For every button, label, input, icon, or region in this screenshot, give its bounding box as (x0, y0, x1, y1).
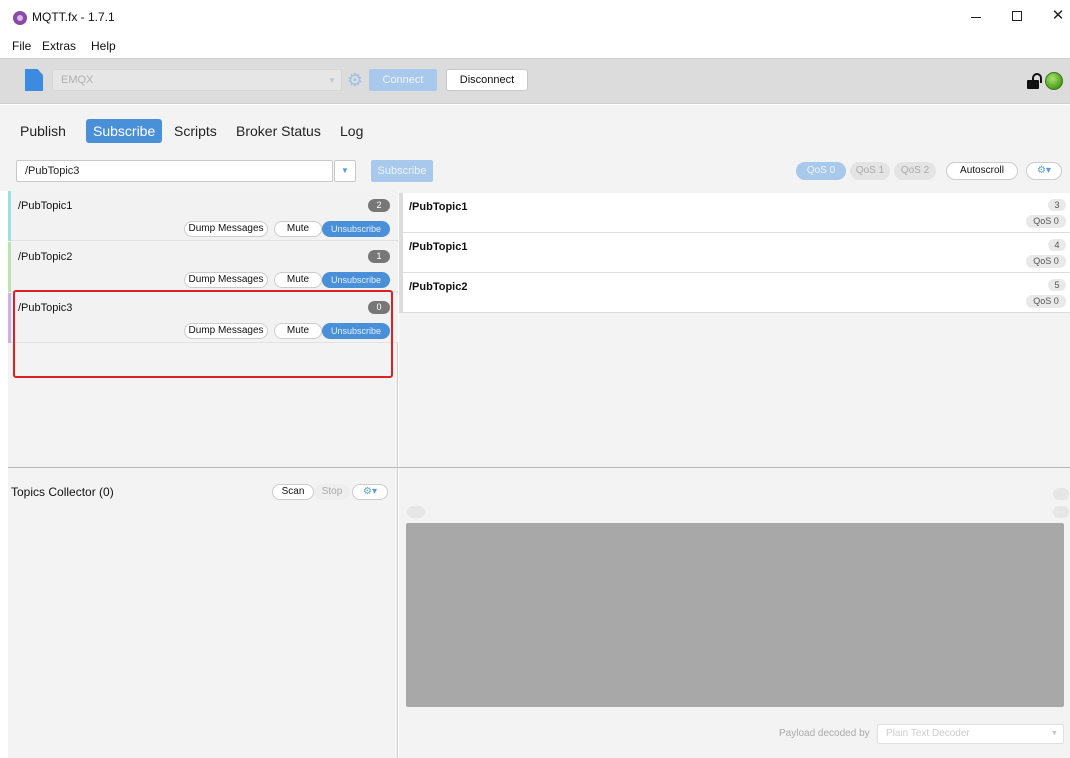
unlock-icon (1027, 73, 1042, 89)
message-row[interactable]: /PubTopic1 3 QoS 0 (399, 193, 1070, 233)
menu-help[interactable]: Help (91, 39, 116, 53)
message-index: 4 (1048, 239, 1066, 251)
message-topic: /PubTopic2 (409, 281, 468, 293)
unsubscribe-button[interactable]: Unsubscribe (322, 221, 390, 237)
main-tabs: Publish Subscribe Scripts Broker Status … (0, 105, 1070, 151)
detail-qos-placeholder (1053, 506, 1069, 518)
subscription-color-bar (8, 293, 11, 343)
subscribe-button[interactable]: Subscribe (371, 160, 433, 182)
message-index: 3 (1048, 199, 1066, 211)
tab-publish[interactable]: Publish (20, 119, 66, 143)
message-topic: /PubTopic1 (409, 241, 468, 253)
message-count-badge: 1 (368, 250, 390, 263)
message-qos: QoS 0 (1026, 255, 1066, 268)
payload-decoded-label: Payload decoded by (779, 728, 870, 739)
options-menu-button[interactable]: ⚙▾ (1026, 162, 1062, 180)
message-index: 5 (1048, 279, 1066, 291)
connect-button[interactable]: Connect (369, 69, 437, 91)
dump-messages-button[interactable]: Dump Messages (184, 272, 268, 288)
qos0-button[interactable]: QoS 0 (796, 162, 846, 180)
qos2-button[interactable]: QoS 2 (894, 162, 936, 180)
subscription-row[interactable]: /PubTopic2 1 Dump Messages Mute Unsubscr… (8, 242, 398, 292)
menu-extras[interactable]: Extras (42, 39, 76, 53)
tab-scripts[interactable]: Scripts (174, 119, 217, 143)
scan-button[interactable]: Scan (272, 484, 314, 500)
chevron-down-icon: ▼ (1051, 730, 1058, 737)
new-profile-icon[interactable] (25, 69, 43, 91)
payload-area[interactable] (406, 523, 1064, 707)
highlight-box (13, 290, 393, 378)
tab-log[interactable]: Log (340, 119, 363, 143)
detail-topic-placeholder (407, 506, 425, 518)
detail-index-placeholder (1053, 488, 1069, 500)
menu-bar: File Extras Help (0, 34, 1070, 58)
autoscroll-button[interactable]: Autoscroll (946, 162, 1018, 180)
gear-icon[interactable]: ⚙ (344, 69, 366, 91)
maximize-icon (1012, 11, 1022, 21)
topics-collector-panel: Topics Collector (0) Scan Stop ⚙▾ (8, 468, 398, 758)
subscription-color-bar (8, 191, 11, 241)
tab-subscribe[interactable]: Subscribe (86, 119, 163, 143)
close-button[interactable]: ✕ (1048, 6, 1068, 26)
unsubscribe-button[interactable]: Unsubscribe (322, 272, 390, 288)
collector-options-button[interactable]: ⚙▾ (352, 484, 388, 500)
topics-collector-title: Topics Collector (0) (11, 485, 114, 499)
connection-status-icon (1045, 72, 1063, 90)
message-count-badge: 2 (368, 199, 390, 212)
stop-button[interactable]: Stop (314, 484, 350, 500)
dump-messages-button[interactable]: Dump Messages (184, 221, 268, 237)
subscription-topic: /PubTopic1 (18, 200, 73, 212)
chevron-down-icon: ▼ (328, 76, 336, 85)
minimize-icon (971, 17, 981, 18)
message-qos: QoS 0 (1026, 215, 1066, 228)
qos1-button[interactable]: QoS 1 (850, 162, 890, 180)
decoder-select[interactable]: Plain Text Decoder (877, 724, 1064, 744)
message-qos: QoS 0 (1026, 295, 1066, 308)
message-row[interactable]: /PubTopic1 4 QoS 0 (399, 233, 1070, 273)
topic-input[interactable]: /PubTopic3 (16, 160, 333, 182)
topic-history-dropdown[interactable]: ▼ (334, 160, 356, 182)
subscription-topic: /PubTopic2 (18, 251, 73, 263)
maximize-button[interactable] (1007, 6, 1027, 26)
title-bar: MQTT.fx - 1.7.1 ✕ (0, 0, 1070, 34)
minimize-button[interactable] (966, 6, 986, 26)
mute-button[interactable]: Mute (274, 221, 322, 237)
mute-button[interactable]: Mute (274, 272, 322, 288)
profile-select[interactable]: EMQX (52, 69, 342, 91)
subscribe-bar: /PubTopic3 ▼ Subscribe QoS 0 QoS 1 QoS 2… (0, 151, 1070, 191)
message-row[interactable]: /PubTopic2 5 QoS 0 (399, 273, 1070, 313)
message-detail-panel: Payload decoded by Plain Text Decoder ▼ (399, 468, 1070, 758)
messages-panel: /PubTopic1 3 QoS 0 /PubTopic1 4 QoS 0 /P… (399, 191, 1070, 467)
app-icon (13, 11, 27, 25)
tab-broker-status[interactable]: Broker Status (236, 119, 321, 143)
subscription-color-bar (8, 242, 11, 292)
connection-toolbar: EMQX ▼ ⚙ Connect Disconnect (0, 58, 1070, 104)
message-topic: /PubTopic1 (409, 201, 468, 213)
menu-file[interactable]: File (12, 39, 31, 53)
window-title: MQTT.fx - 1.7.1 (32, 10, 115, 24)
disconnect-button[interactable]: Disconnect (446, 69, 528, 91)
subscription-row[interactable]: /PubTopic1 2 Dump Messages Mute Unsubscr… (8, 191, 398, 241)
